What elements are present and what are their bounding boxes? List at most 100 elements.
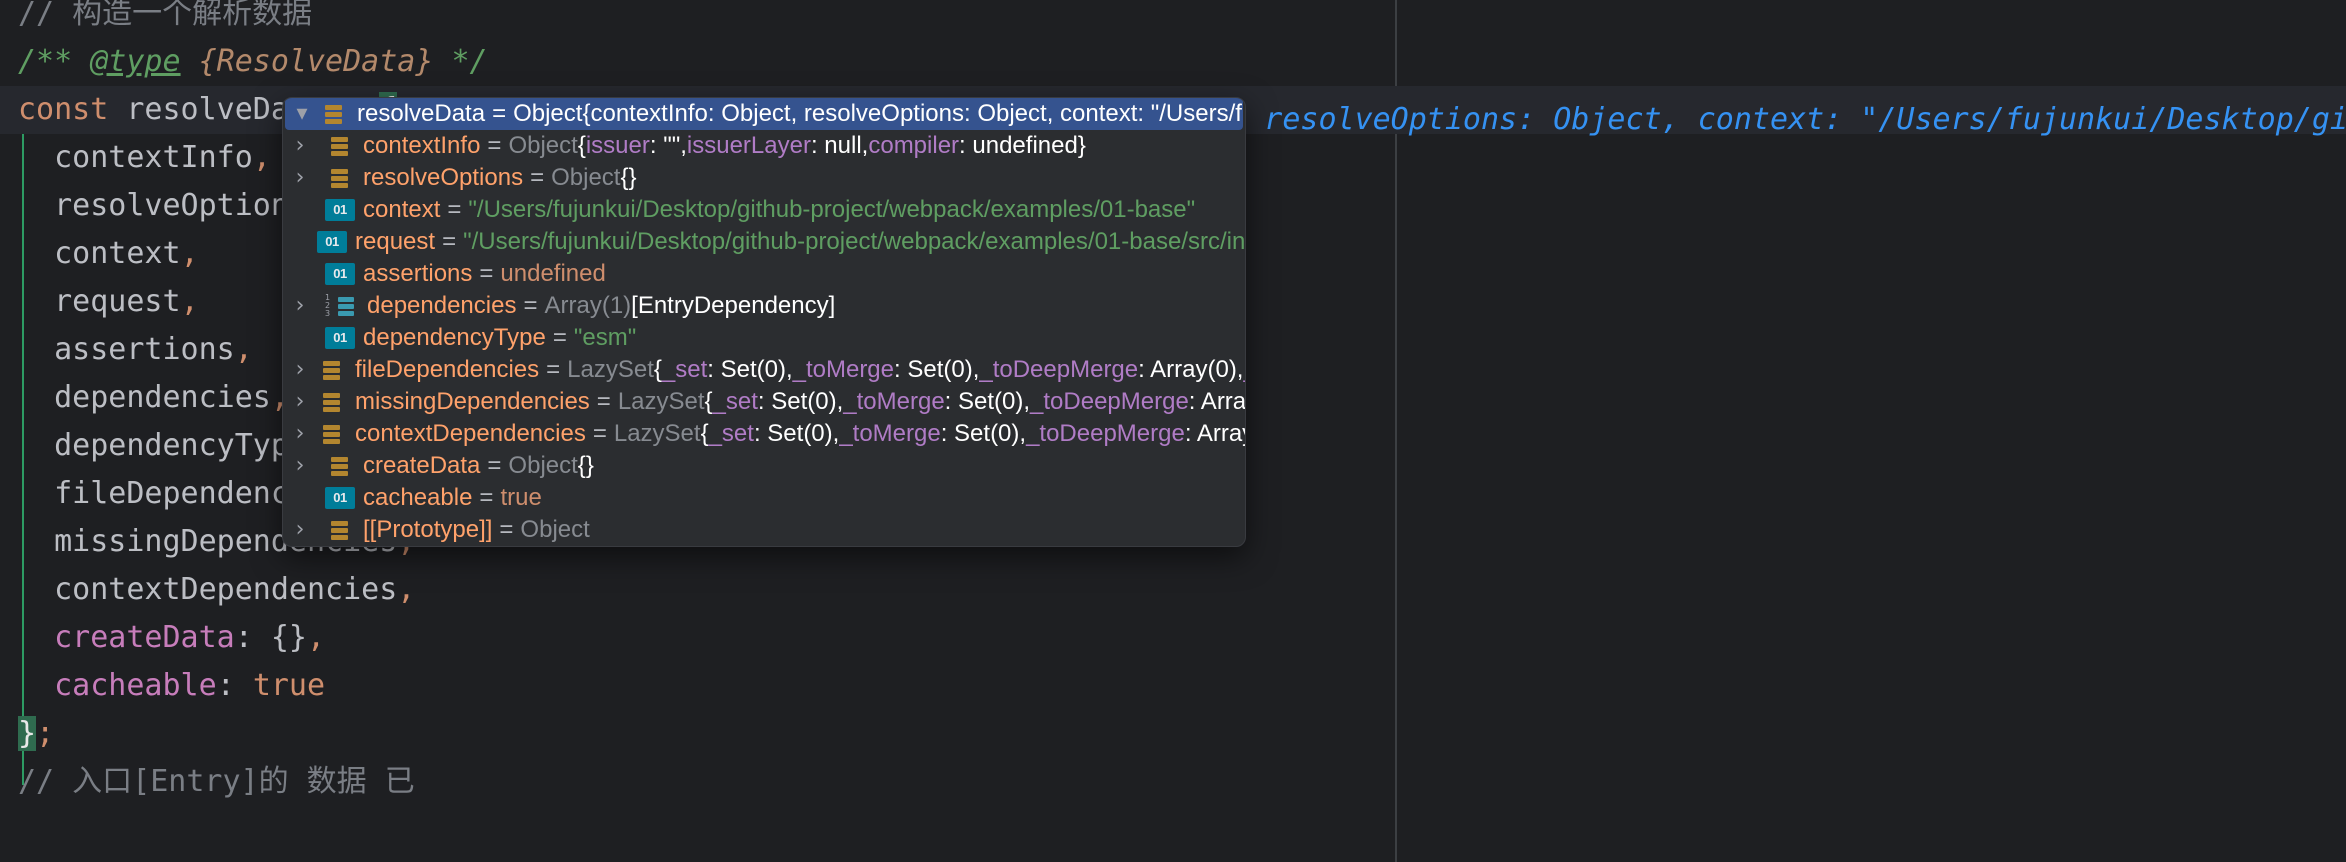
- debugger-variable-name: dependencies: [367, 292, 516, 320]
- object-value-icon: [317, 421, 347, 447]
- debugger-value-part: {: [701, 420, 709, 448]
- code-token: ,: [307, 620, 325, 655]
- debugger-value-part: {: [705, 388, 713, 416]
- debugger-variable-name: resolveData: [357, 100, 485, 128]
- primitive-value-icon: 01: [317, 231, 347, 253]
- code-token: // 入口[Entry]的 数据 已: [18, 764, 415, 799]
- debugger-value-part: _set: [713, 388, 758, 416]
- code-token: @type: [90, 44, 180, 79]
- debugger-value-part: _needMerge: [1243, 356, 1245, 384]
- code-token: [181, 44, 199, 79]
- debugger-equals-sign: =: [492, 100, 506, 128]
- code-line: createData: {},: [0, 614, 2346, 662]
- debugger-equals-sign: =: [499, 516, 513, 544]
- debugger-value-part: _toDeepMerge: [979, 356, 1138, 384]
- debugger-variable-name: resolveOptions: [363, 164, 523, 192]
- debugger-tree-row[interactable]: 01context="/Users/fujunkui/Desktop/githu…: [283, 194, 1245, 226]
- debugger-tree[interactable]: ▾resolveData=Object {contextInfo: Object…: [283, 98, 1245, 546]
- chevron-right-icon[interactable]: ›: [283, 135, 317, 157]
- debugger-value-part: _toMerge: [793, 356, 894, 384]
- debugger-value-part: _toDeepMerge: [1030, 388, 1189, 416]
- debugger-value-part: compiler: [868, 132, 959, 160]
- code-token: dependencyType: [18, 428, 307, 463]
- code-token: :: [217, 668, 253, 703]
- debugger-variable-name: fileDependencies: [355, 356, 539, 384]
- chevron-right-icon[interactable]: ›: [283, 295, 317, 317]
- debugger-value-part: "/Users/fujunkui/Desktop/github-project/…: [468, 196, 1195, 224]
- code-token: const: [18, 92, 108, 127]
- debugger-tree-row[interactable]: ›resolveOptions=Object {}: [283, 162, 1245, 194]
- debugger-tree-row[interactable]: ›contextDependencies=LazySet {_set: Set(…: [283, 418, 1245, 450]
- debugger-value-part: : Set(0),: [945, 388, 1030, 416]
- debugger-value-part: : "",: [650, 132, 687, 160]
- debugger-tree-row[interactable]: 01request="/Users/fujunkui/Desktop/githu…: [283, 226, 1245, 258]
- debugger-variable-name: assertions: [363, 260, 472, 288]
- debugger-value-part: {}: [578, 452, 594, 480]
- debugger-equals-sign: =: [479, 260, 493, 288]
- debugger-tree-row[interactable]: 01 assertions=undefined: [283, 258, 1245, 290]
- chevron-right-icon[interactable]: ›: [283, 519, 317, 541]
- debugger-value-part: {}: [620, 164, 636, 192]
- debugger-value-popup[interactable]: ▾resolveData=Object {contextInfo: Object…: [282, 97, 1246, 547]
- code-token: resolveOptions: [18, 188, 307, 223]
- code-token: {}: [271, 620, 307, 655]
- debugger-value-part: }: [1078, 132, 1086, 160]
- debugger-value-part: _set: [709, 420, 754, 448]
- object-value-icon: [317, 357, 347, 383]
- debugger-variable-name: cacheable: [363, 484, 472, 512]
- code-line: };: [0, 710, 2346, 758]
- code-token: true: [253, 668, 325, 703]
- chevron-down-icon[interactable]: ▾: [285, 103, 319, 125]
- debugger-variable-name: context: [363, 196, 440, 224]
- debugger-value-part: undefined: [500, 260, 605, 288]
- chevron-right-icon[interactable]: ›: [283, 455, 317, 477]
- debugger-tree-row[interactable]: ›contextInfo=Object {issuer: "", issuerL…: [283, 130, 1245, 162]
- code-line: // 构造一个解析数据: [0, 0, 2346, 38]
- code-token: ,: [181, 236, 199, 271]
- object-value-icon: [319, 101, 349, 127]
- code-token: // 构造一个解析数据: [18, 0, 312, 31]
- debugger-value-part: : Set(0),: [941, 420, 1026, 448]
- code-token: ,: [253, 140, 271, 175]
- code-token: request: [18, 284, 181, 319]
- debugger-tree-row[interactable]: 01cacheable=true: [283, 482, 1245, 514]
- object-value-icon: [325, 165, 355, 191]
- debugger-value-part: LazySet: [567, 356, 654, 384]
- debugger-tree-row[interactable]: ▾resolveData=Object {contextInfo: Object…: [285, 98, 1243, 130]
- debugger-value-part: issuerLayer: [687, 132, 811, 160]
- debugger-variable-name: [[Prototype]]: [363, 516, 492, 544]
- debugger-tree-row[interactable]: 01dependencyType="esm": [283, 322, 1245, 354]
- code-line: contextDependencies,: [0, 566, 2346, 614]
- debugger-variable-name: contextInfo: [363, 132, 480, 160]
- debugger-value-part: : Set(0),: [894, 356, 979, 384]
- debugger-variable-name: createData: [363, 452, 480, 480]
- object-value-icon: [325, 133, 355, 159]
- debugger-tree-row[interactable]: ›123dependencies=Array(1) [EntryDependen…: [283, 290, 1245, 322]
- chevron-right-icon[interactable]: ›: [283, 167, 317, 189]
- object-value-icon: [317, 389, 347, 415]
- debugger-value-part: "esm": [574, 324, 636, 352]
- array-value-icon: 123: [325, 293, 359, 319]
- code-token: :: [235, 620, 271, 655]
- chevron-right-icon[interactable]: ›: [283, 359, 317, 381]
- chevron-right-icon[interactable]: ›: [283, 391, 317, 413]
- debugger-tree-row[interactable]: ›fileDependencies=LazySet {_set: Set(0),…: [283, 354, 1245, 386]
- debugger-equals-sign: =: [523, 292, 537, 320]
- debugger-value-part: Object: [508, 452, 577, 480]
- debugger-tree-row[interactable]: ›missingDependencies=LazySet {_set: Set(…: [283, 386, 1245, 418]
- debugger-value-part: LazySet: [614, 420, 701, 448]
- debugger-value-part: LazySet: [618, 388, 705, 416]
- code-line: // 入口[Entry]的 数据 已: [0, 758, 2346, 806]
- debugger-equals-sign: =: [442, 228, 456, 256]
- primitive-value-icon: 01: [325, 263, 355, 285]
- code-token: assertions: [18, 332, 235, 367]
- code-token: */: [433, 44, 487, 79]
- primitive-value-icon: 01: [325, 327, 355, 349]
- debugger-variable-name: missingDependencies: [355, 388, 590, 416]
- chevron-right-icon[interactable]: ›: [283, 423, 317, 445]
- debugger-value-part: : Set(0),: [754, 420, 839, 448]
- debugger-tree-row[interactable]: ›[[Prototype]]=Object: [283, 514, 1245, 546]
- debugger-value-part: : Set(0),: [758, 388, 843, 416]
- debugger-value-part: _set: [662, 356, 707, 384]
- debugger-tree-row[interactable]: ›createData=Object {}: [283, 450, 1245, 482]
